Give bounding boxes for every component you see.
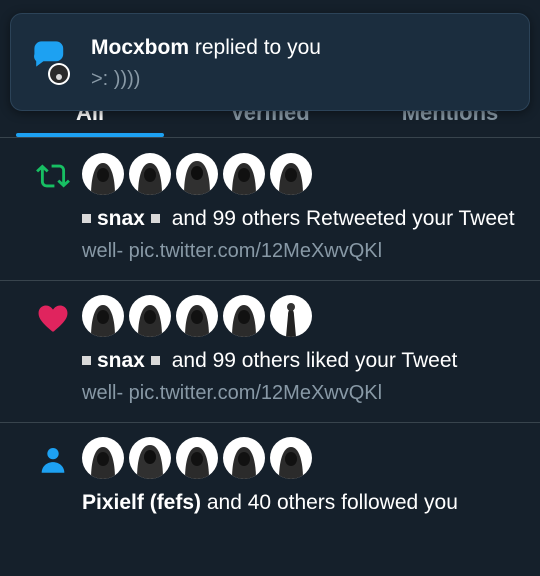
avatar-row [82,295,524,337]
actor-name[interactable]: Pixielf (fefs) [82,491,201,514]
toast-message: >: )))) [91,68,141,90]
toast-title: Mocxbom replied to you [91,36,321,60]
avatar[interactable] [223,437,265,479]
avatar[interactable] [270,153,312,195]
notification-retweet[interactable]: snax and 99 others Retweeted your Tweet … [0,139,540,281]
notification-text: Pixielf (fefs) and 40 others followed yo… [82,487,524,518]
tweet-preview: well- pic.twitter.com/12MeXwvQKl [82,240,383,262]
notification-text: snax and 99 others Retweeted your Tweet [82,203,524,234]
avatar-row [82,153,524,195]
notification-like[interactable]: snax and 99 others liked your Tweet well… [0,281,540,423]
avatar[interactable] [176,295,218,337]
avatar[interactable] [270,437,312,479]
toast-action: replied to you [189,36,321,59]
square-glyph [150,355,160,365]
reply-toast[interactable]: Mocxbom replied to you >: )))) [10,13,530,111]
tweet-preview: well- pic.twitter.com/12MeXwvQKl [82,382,383,404]
avatar[interactable] [82,437,124,479]
avatar-row [82,437,524,479]
square-glyph [82,213,91,223]
notification-summary: and 40 others followed you [206,491,458,514]
avatar[interactable] [223,153,265,195]
avatar[interactable] [223,295,265,337]
notification-text: snax and 99 others liked your Tweet [82,345,524,376]
retweet-icon [36,159,70,193]
avatar[interactable] [176,437,218,479]
square-glyph [82,355,91,365]
actor-name[interactable]: snax [97,349,145,372]
avatar[interactable] [176,153,218,195]
heart-icon [36,301,70,335]
actor-name[interactable]: snax [97,207,145,230]
notification-summary: and 99 others Retweeted your Tweet [171,207,515,230]
notification-feed: snax and 99 others Retweeted your Tweet … [0,139,540,532]
avatar[interactable] [129,437,171,479]
avatar[interactable] [270,295,312,337]
person-icon [36,443,70,477]
notification-summary: and 99 others liked your Tweet [171,349,458,372]
square-glyph [150,213,160,223]
toast-username: Mocxbom [91,36,190,59]
notification-follow[interactable]: Pixielf (fefs) and 40 others followed yo… [0,423,540,532]
avatar[interactable] [82,153,124,195]
avatar[interactable] [129,153,171,195]
reply-bubble-icon [31,38,81,88]
avatar[interactable] [129,295,171,337]
avatar[interactable] [82,295,124,337]
